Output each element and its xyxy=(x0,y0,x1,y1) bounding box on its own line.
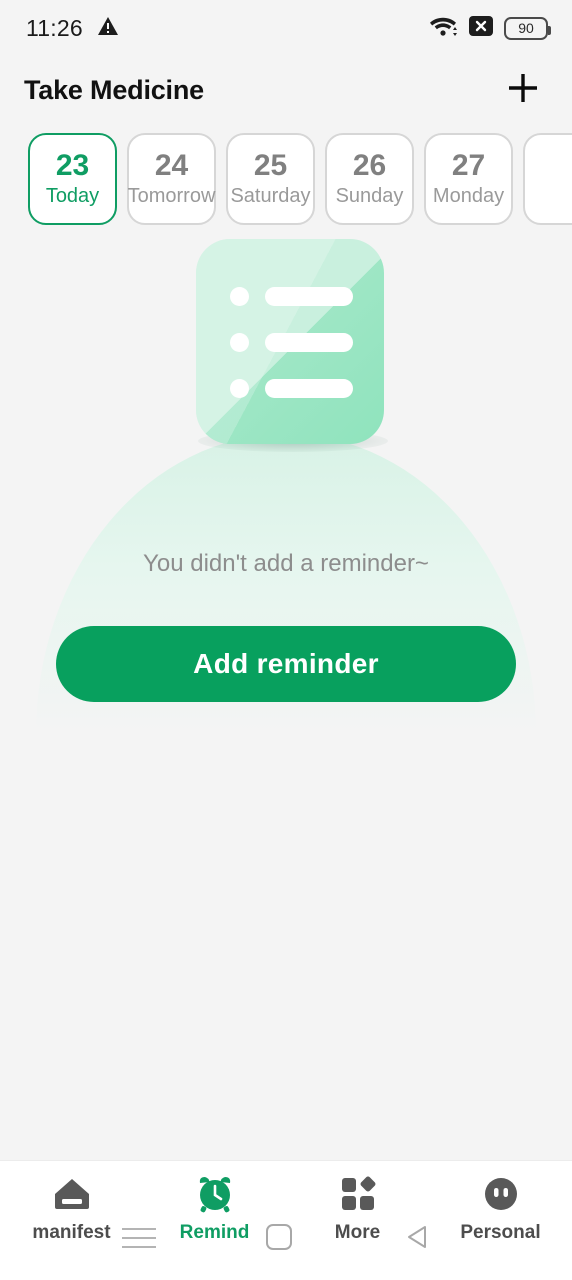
line-bar xyxy=(265,333,353,352)
date-chip-0[interactable]: 23 Today xyxy=(28,133,117,225)
bullet-dot-icon xyxy=(230,333,249,352)
alarm-clock-icon xyxy=(195,1175,235,1213)
home-icon xyxy=(52,1175,92,1213)
date-chip-day: 26 xyxy=(352,149,387,182)
bullet-dot-icon xyxy=(230,287,249,306)
date-chip-label: Sunday xyxy=(335,185,404,207)
illustration-note-rows xyxy=(230,287,353,398)
illustration-note-row xyxy=(230,379,353,398)
date-chip-label: Today xyxy=(45,185,100,207)
nav-item-personal[interactable]: Personal xyxy=(429,1175,572,1244)
date-chip-day: 25 xyxy=(253,149,288,182)
battery-indicator: 90 xyxy=(504,16,551,40)
bottom-navigation: manifest Remind More Personal xyxy=(0,1160,572,1280)
wifi-icon xyxy=(430,15,458,42)
back-triangle-icon[interactable] xyxy=(402,1222,436,1252)
add-reminder-button[interactable]: Add reminder xyxy=(56,626,516,702)
line-bar xyxy=(265,379,353,398)
nav-label: manifest xyxy=(32,1222,111,1243)
signal-x-icon xyxy=(469,14,493,43)
date-strip[interactable]: 23 Today 24 Tomorrow 25 Saturday 26 Sund… xyxy=(0,124,572,234)
date-chip-2[interactable]: 25 Saturday xyxy=(226,133,315,225)
checklist-note-illustration xyxy=(0,234,572,734)
status-bar-left: 11:26 xyxy=(26,15,119,42)
status-bar-right: 90 xyxy=(430,14,551,43)
nav-label: Remind xyxy=(179,1222,250,1243)
empty-state-message: You didn't add a reminder~ xyxy=(143,550,429,577)
date-chip-5[interactable] xyxy=(523,133,572,225)
recents-menu-icon[interactable] xyxy=(122,1224,156,1252)
battery-level: 90 xyxy=(518,20,534,36)
date-chip-label: Tomorrow xyxy=(127,185,216,207)
grid-icon xyxy=(338,1175,378,1213)
date-chip-3[interactable]: 26 Sunday xyxy=(325,133,414,225)
illustration-note-row xyxy=(230,333,353,352)
face-avatar-icon xyxy=(481,1175,521,1213)
home-square-icon[interactable] xyxy=(264,1222,294,1252)
date-chip-label: Saturday xyxy=(230,185,311,207)
add-button[interactable] xyxy=(500,67,546,113)
empty-state: You didn't add a reminder~ Add reminder xyxy=(0,234,572,934)
status-bar: 11:26 90 xyxy=(0,0,572,56)
line-bar xyxy=(265,287,353,306)
bullet-dot-icon xyxy=(230,379,249,398)
date-chip-label: Monday xyxy=(432,185,505,207)
date-chip-4[interactable]: 27 Monday xyxy=(424,133,513,225)
illustration-note-card xyxy=(196,239,384,444)
date-chip-day: 27 xyxy=(451,149,486,182)
nav-label: Personal xyxy=(460,1222,541,1243)
app-bar: Take Medicine xyxy=(0,56,572,124)
date-chip-day: 24 xyxy=(154,149,189,182)
warning-triangle-icon xyxy=(97,16,119,41)
plus-icon xyxy=(503,68,543,113)
status-time: 11:26 xyxy=(26,14,83,41)
page-title: Take Medicine xyxy=(24,74,204,105)
date-chip-day: 23 xyxy=(55,149,90,182)
illustration-note-row xyxy=(230,287,353,306)
date-chip-1[interactable]: 24 Tomorrow xyxy=(127,133,216,225)
nav-label: More xyxy=(334,1222,381,1243)
